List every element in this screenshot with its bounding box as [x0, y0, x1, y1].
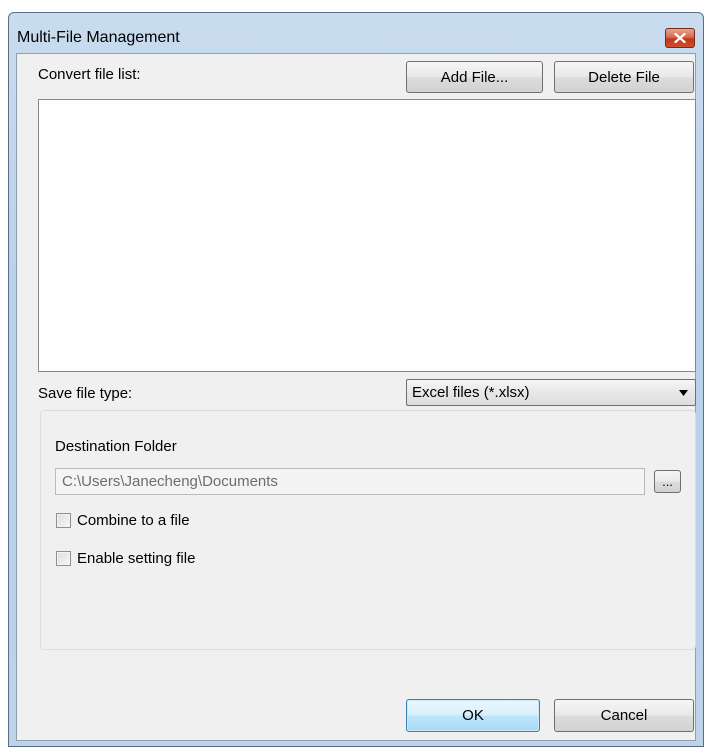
save-file-type-dropdown[interactable]: Excel files (*.xlsx)	[406, 379, 696, 406]
dialog-window: Multi-File Management Convert file list:…	[8, 12, 704, 747]
cancel-button[interactable]: Cancel	[554, 699, 694, 732]
save-file-type-value: Excel files (*.xlsx)	[412, 384, 530, 401]
convert-file-listbox[interactable]	[38, 99, 696, 372]
close-button[interactable]	[665, 28, 695, 48]
save-file-type-label: Save file type:	[38, 385, 133, 402]
dialog-client-area: Convert file list: Add File... Delete Fi…	[16, 53, 696, 741]
chevron-down-icon	[679, 390, 688, 396]
window-title: Multi-File Management	[17, 29, 180, 46]
destination-folder-field[interactable]: C:\Users\Janecheng\Documents	[55, 468, 645, 495]
close-icon	[674, 33, 686, 43]
add-file-button[interactable]: Add File...	[406, 61, 543, 93]
combine-to-file-label: Combine to a file	[77, 512, 190, 529]
ok-button[interactable]: OK	[406, 699, 540, 732]
enable-setting-file-checkbox[interactable]	[56, 551, 71, 566]
browse-folder-button[interactable]: ...	[654, 470, 681, 493]
convert-file-list-label: Convert file list:	[38, 66, 141, 83]
delete-file-button[interactable]: Delete File	[554, 61, 694, 93]
destination-folder-label: Destination Folder	[55, 438, 177, 455]
enable-setting-file-label: Enable setting file	[77, 550, 196, 567]
enable-setting-file-option[interactable]: Enable setting file	[56, 550, 195, 567]
combine-to-file-checkbox[interactable]	[56, 513, 71, 528]
title-bar[interactable]: Multi-File Management	[9, 13, 703, 53]
combine-to-file-option[interactable]: Combine to a file	[56, 512, 190, 529]
